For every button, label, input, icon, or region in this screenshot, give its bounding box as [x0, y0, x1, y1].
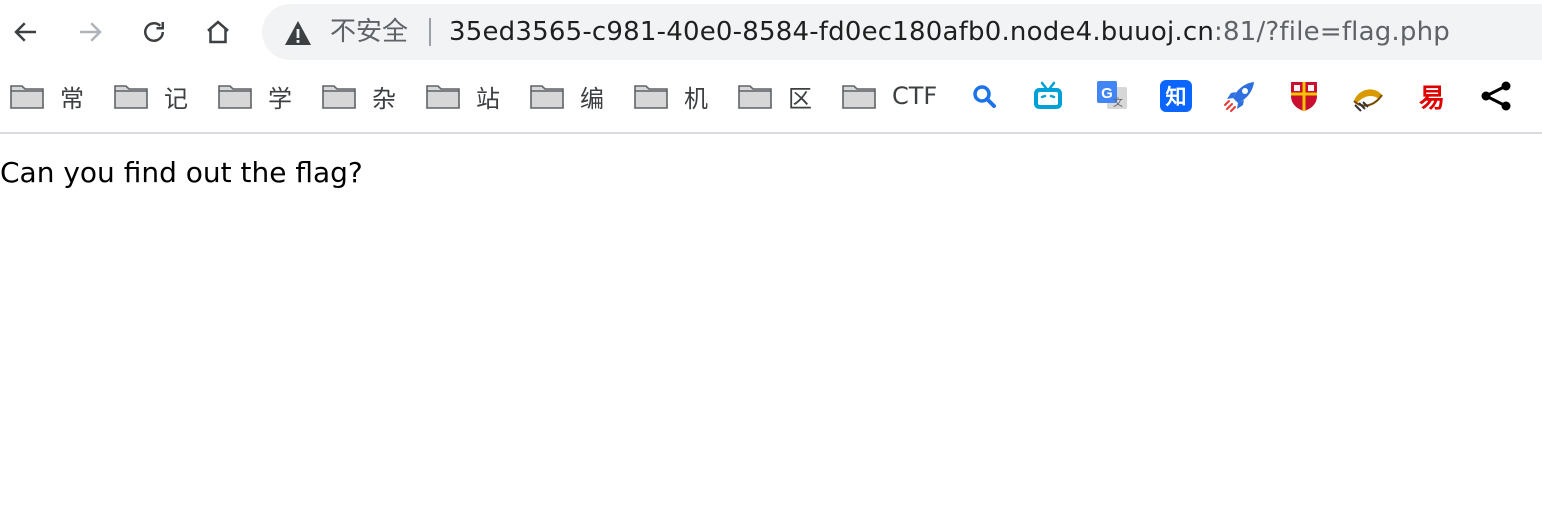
folder-icon: [738, 85, 772, 109]
svg-text:易: 易: [1419, 84, 1445, 113]
folder-icon: [842, 85, 876, 109]
svg-text:文: 文: [1113, 96, 1123, 109]
bookmark-folder-8[interactable]: 区: [738, 78, 812, 114]
red-seal-icon: 易: [1419, 84, 1445, 113]
bookmark-folder-1[interactable]: 常: [10, 78, 84, 114]
folder-icon: [10, 85, 44, 109]
bookmark-label: 常: [60, 84, 84, 113]
bookmark-label: 区: [788, 84, 812, 113]
back-button[interactable]: [4, 10, 48, 54]
bookmark-folder-7[interactable]: 机: [634, 78, 708, 114]
page-body-text: Can you find out the flag?: [0, 156, 363, 189]
bookmark-label: 记: [164, 84, 188, 113]
bookmark-folder-2[interactable]: 记: [114, 78, 188, 114]
url-path: :81/?file=flag.php: [1214, 17, 1450, 47]
bookmark-label: 编: [580, 84, 604, 113]
svg-text:知: 知: [1166, 85, 1187, 109]
bookmark-label: 学: [268, 84, 292, 113]
bookmark-folder-5[interactable]: 站: [426, 78, 500, 114]
folder-icon: [114, 85, 148, 109]
bookmark-seal[interactable]: 易: [1414, 78, 1450, 114]
bookmark-folder-3[interactable]: 学: [218, 78, 292, 114]
warning-icon[interactable]: [284, 20, 312, 46]
hat-icon: [1353, 89, 1383, 112]
bookmark-search[interactable]: [966, 78, 1002, 114]
home-button[interactable]: [196, 10, 240, 54]
folder-icon: [530, 85, 564, 109]
svg-text:G: G: [1101, 85, 1113, 102]
bookmark-folder-ctf[interactable]: CTF: [842, 78, 937, 114]
search-icon: [973, 85, 996, 108]
folder-icon: [218, 85, 252, 109]
forward-arrow-icon: [80, 22, 102, 42]
bookmark-google-translate[interactable]: G 文: [1094, 78, 1130, 114]
bookmark-label: 站: [476, 84, 500, 113]
bookmark-folder-4[interactable]: 杂: [322, 78, 396, 114]
browser-toolbar: 不安全 35ed3565-c981-40e0-8584-fd0ec180afb0…: [0, 0, 1542, 64]
zhihu-icon: 知: [1160, 80, 1192, 112]
bookmark-label: CTF: [892, 82, 938, 110]
bookmark-share[interactable]: [1478, 78, 1514, 114]
bookmark-label: 杂: [372, 84, 396, 113]
folder-icon: [634, 85, 668, 109]
bookmark-label: 机: [684, 84, 708, 113]
url-host: 35ed3565-c981-40e0-8584-fd0ec180afb0.nod…: [449, 17, 1215, 47]
folder-icon: [322, 85, 356, 109]
bilibili-icon: [1034, 81, 1062, 109]
share-icon: [1481, 81, 1511, 111]
back-arrow-icon: [14, 22, 36, 42]
reload-icon: [144, 22, 164, 42]
shield-crest-icon: [1291, 82, 1317, 111]
bookmark-bilibili[interactable]: [1030, 78, 1066, 114]
bookmark-folder-6[interactable]: 编: [530, 78, 604, 114]
url-text[interactable]: 35ed3565-c981-40e0-8584-fd0ec180afb0.nod…: [449, 16, 1450, 48]
bookmark-hat[interactable]: [1350, 78, 1386, 114]
address-separator: [429, 18, 431, 46]
bookmark-crest[interactable]: [1286, 78, 1322, 114]
bookmarks-bar: 常 记 学 杂 站 编 机 区 CTF G 文 知 易: [0, 64, 1542, 134]
folder-icon: [426, 85, 460, 109]
home-icon: [207, 20, 229, 44]
forward-button[interactable]: [68, 10, 112, 54]
reload-button[interactable]: [132, 10, 176, 54]
rocket-icon: [1224, 82, 1254, 112]
google-translate-icon: G 文: [1097, 81, 1127, 109]
security-status-label[interactable]: 不安全: [330, 16, 408, 48]
bookmark-zhihu[interactable]: 知: [1158, 78, 1194, 114]
bookmark-rocket[interactable]: [1222, 78, 1258, 114]
